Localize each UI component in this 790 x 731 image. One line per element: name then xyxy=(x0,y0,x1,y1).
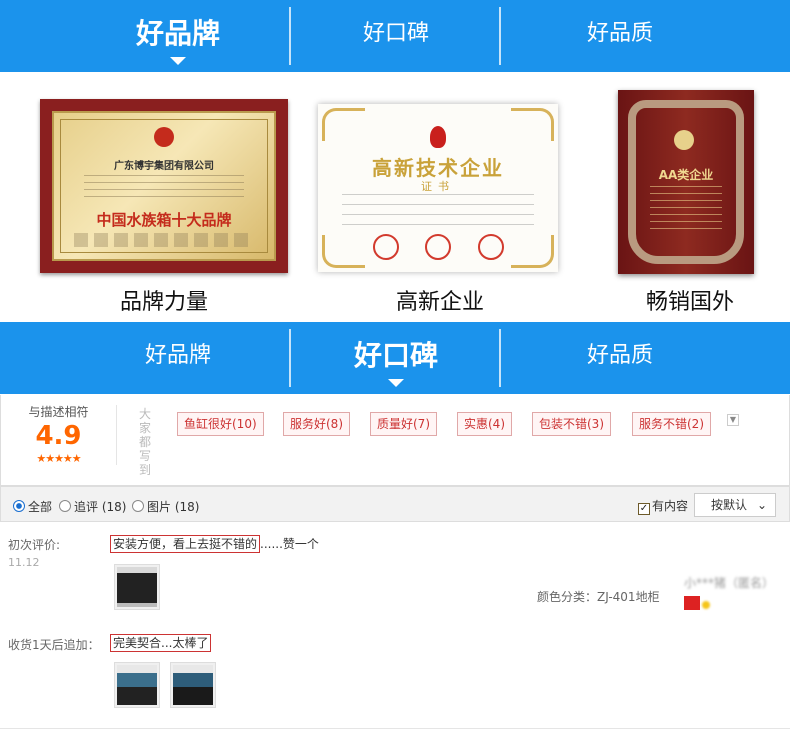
filter-all-radio[interactable]: 全部 xyxy=(13,498,52,515)
has-content-checkbox[interactable]: ✓ 有内容 xyxy=(638,497,688,515)
radio-icon xyxy=(132,500,144,512)
aa-enterprise-plaque-image: AA类企业 xyxy=(618,90,754,274)
tab-separator xyxy=(289,329,291,387)
emblem-icon xyxy=(674,130,694,150)
tab-label: 好口碑 xyxy=(353,339,438,372)
tab-label: 好口碑 xyxy=(362,21,429,46)
filter-append-radio[interactable]: 追评 (18) xyxy=(59,498,126,515)
active-tab-arrow-icon xyxy=(170,57,186,65)
seal-icon xyxy=(478,234,504,260)
user-level-badge xyxy=(684,596,700,610)
tab-good-reputation-top[interactable]: 好口碑 xyxy=(296,0,496,72)
impression-tag[interactable]: 实惠(4) xyxy=(457,412,512,436)
impression-tag[interactable]: 服务不错(2) xyxy=(632,412,711,436)
top-tab-bar: 好品牌 好口碑 好品质 xyxy=(0,0,790,72)
score-value: 4.9 xyxy=(35,421,82,451)
tab-label: 好品质 xyxy=(586,21,653,46)
certificate-subtitle: 证书 xyxy=(421,180,455,193)
tab-separator xyxy=(499,329,501,387)
tab-good-quality-bottom[interactable]: 好品质 xyxy=(520,322,720,394)
hightech-certificate-image: 高新技术企业 证书 xyxy=(318,104,558,272)
review-photo-thumbnail[interactable] xyxy=(114,564,160,610)
tab-label: 好品质 xyxy=(586,343,653,368)
append-review-text: 完美契合...太棒了 xyxy=(110,634,212,652)
tab-good-quality-top[interactable]: 好品质 xyxy=(520,0,720,72)
bottom-divider xyxy=(0,728,790,729)
review-filter-bar: 全部 追评 (18) 图片 (18) ✓ 有内容 按默认 ⌄ xyxy=(0,486,790,522)
flame-emblem-icon xyxy=(430,126,446,148)
append-review-label: 收货1天后追加： xyxy=(8,638,100,652)
brand-plaque-image: 广东博宇集团有限公司 中国水族箱十大品牌 xyxy=(40,99,288,273)
color-category: 颜色分类：ZJ-401地柜 xyxy=(537,590,660,604)
rating-summary: 与描述相符 4.9 ★★★★★ 大家都写到 鱼缸很好(10) 服务好(8) 质量… xyxy=(0,395,790,486)
radio-icon xyxy=(59,500,71,512)
brand-logo-icon xyxy=(154,127,174,147)
bottom-tab-bar: 好品牌 好口碑 好品质 xyxy=(0,322,790,394)
sort-dropdown[interactable]: 按默认 ⌄ xyxy=(694,493,776,517)
impression-tag[interactable]: 服务好(8) xyxy=(283,412,350,436)
review-photo-thumbnail[interactable] xyxy=(170,662,216,708)
tab-label: 好品牌 xyxy=(135,17,220,50)
impression-tag[interactable]: 包装不错(3) xyxy=(532,412,611,436)
active-tab-arrow-icon xyxy=(388,379,404,387)
tab-separator xyxy=(499,7,501,65)
divider xyxy=(116,405,117,465)
highlighted-text: 安装方便，看上去挺不错的 xyxy=(110,535,261,553)
certificate-title: 高新技术企业 xyxy=(372,156,504,180)
checkbox-icon: ✓ xyxy=(638,503,650,515)
impression-tag[interactable]: 质量好(7) xyxy=(370,412,437,436)
tab-label: 好品牌 xyxy=(144,343,211,368)
seal-icon xyxy=(373,234,399,260)
first-review-date: 11.12 xyxy=(8,556,40,569)
cert-label-export: 畅销国外 xyxy=(645,290,734,315)
impression-tag[interactable]: 鱼缸很好(10) xyxy=(177,412,264,436)
tab-separator xyxy=(289,7,291,65)
radio-icon xyxy=(13,500,25,512)
reviewer-name: 小***猪（匿名） xyxy=(684,576,775,590)
highlighted-text: 完美契合...太棒了 xyxy=(110,634,212,652)
cert-label-brand: 品牌力量 xyxy=(119,290,208,315)
plaque-company: 广东博宇集团有限公司 xyxy=(114,161,214,172)
seal-icon xyxy=(425,234,451,260)
star-rating-icon: ★★★★★ xyxy=(36,452,81,465)
score-label: 与描述相符 xyxy=(28,405,89,419)
tab-good-brand-bottom[interactable]: 好品牌 xyxy=(78,322,278,394)
score-box: 与描述相符 4.9 ★★★★★ xyxy=(11,403,106,465)
chevron-down-icon: ⌄ xyxy=(756,498,767,512)
expand-tags-icon[interactable]: ▼ xyxy=(727,414,739,426)
vip-icon xyxy=(702,601,710,609)
review-photo-thumbnail[interactable] xyxy=(114,662,160,708)
first-review-text: 安装方便，看上去挺不错的 ......赞一个 xyxy=(110,535,319,553)
first-review-label: 初次评价: xyxy=(8,538,61,552)
certificates-section: 广东博宇集团有限公司 中国水族箱十大品牌 品牌力量 高新技术企业 证书 高新企业… xyxy=(0,72,790,322)
everyone-wrote-label: 大家都写到 xyxy=(139,407,152,477)
plaque-title: 中国水族箱十大品牌 xyxy=(96,211,232,229)
tab-good-reputation-bottom[interactable]: 好口碑 xyxy=(296,322,496,394)
tab-good-brand-top[interactable]: 好品牌 xyxy=(78,0,278,72)
plaque-aa-title: AA类企业 xyxy=(658,168,714,182)
filter-pictures-radio[interactable]: 图片 (18) xyxy=(132,498,199,515)
cert-label-hightech: 高新企业 xyxy=(395,290,484,315)
